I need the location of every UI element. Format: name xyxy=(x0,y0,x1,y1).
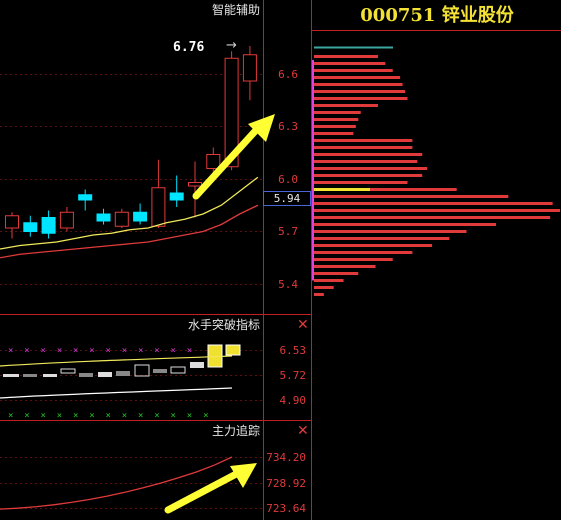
profile-bar xyxy=(314,69,393,72)
profile-bar xyxy=(314,160,418,163)
price-tick: 6.6 xyxy=(278,68,298,81)
profile-bar xyxy=(314,202,553,205)
indicator2-tick: 734.20 xyxy=(266,451,306,464)
profile-bar xyxy=(314,244,433,247)
profile-bar xyxy=(314,90,406,93)
indicator1-tick: 5.72 xyxy=(280,369,307,382)
svg-text:× × × × × × × × × ×: × × × × × × × × × × × × × xyxy=(8,411,208,421)
stock-title: 000751 锌业股份 xyxy=(360,5,514,26)
indicator2-tick: 728.92 xyxy=(266,477,306,490)
close-icon[interactable]: ✕ xyxy=(297,424,309,438)
profile-bar xyxy=(314,125,356,128)
profile-bar xyxy=(314,195,509,198)
candle-body xyxy=(188,182,202,187)
profile-bar xyxy=(314,139,413,142)
candle-body xyxy=(23,222,38,232)
left-panel-bg xyxy=(0,0,263,520)
profile-bar xyxy=(314,279,344,282)
profile-bar xyxy=(314,153,423,156)
profile-bar xyxy=(314,83,403,86)
arrow-right-icon: → xyxy=(226,38,237,53)
profile-bar xyxy=(314,258,393,261)
indicator1-title: 水手突破指标 xyxy=(188,317,260,332)
candle-body xyxy=(5,215,19,229)
profile-bar xyxy=(314,97,408,100)
current-price-tag: 5.94 xyxy=(263,191,311,206)
profile-current-bar xyxy=(314,188,370,191)
chart-area: 智能辅助 水手突破指标 主力追踪 6.6 6.3 6.0 5.7 5.4 6.5… xyxy=(0,0,561,520)
profile-bar xyxy=(314,111,361,114)
candle-body xyxy=(242,54,257,82)
profile-bar xyxy=(314,174,423,177)
close-icon[interactable]: ✕ xyxy=(297,318,309,332)
profile-bar xyxy=(314,55,378,58)
main-panel-title: 智能辅助 xyxy=(212,2,260,17)
indicator1-tick: 6.53 xyxy=(280,344,307,357)
indicator1-tick: 4.90 xyxy=(280,394,307,407)
profile-bar xyxy=(314,265,376,268)
price-tick: 6.0 xyxy=(278,173,298,186)
profile-bar xyxy=(314,209,560,212)
profile-bar xyxy=(314,146,413,149)
candle-body xyxy=(96,213,111,222)
volume-profile xyxy=(312,46,560,296)
profile-bar xyxy=(314,293,324,296)
candle-body xyxy=(169,192,184,201)
price-tick: 5.7 xyxy=(278,225,298,238)
candle-body xyxy=(78,194,93,201)
profile-bar xyxy=(314,230,467,233)
candle-body xyxy=(114,211,129,227)
candle-body xyxy=(206,154,221,169)
profile-bar xyxy=(314,223,497,226)
price-tick: 6.3 xyxy=(278,120,298,133)
profile-bar xyxy=(314,104,378,107)
profile-bar xyxy=(314,76,401,79)
candle-body xyxy=(41,217,56,234)
indicator2-tick: 723.64 xyxy=(266,502,306,515)
profile-bar xyxy=(314,237,450,240)
price-tick: 5.4 xyxy=(278,278,298,291)
profile-bar xyxy=(314,272,359,275)
profile-bar xyxy=(314,132,354,135)
candle-body xyxy=(59,211,74,229)
svg-text:× × × × × × × × × ×: × × × × × × × × × × × × xyxy=(8,346,192,356)
profile-bar xyxy=(314,251,413,254)
profile-bar xyxy=(314,118,359,121)
profile-bar xyxy=(314,216,551,219)
profile-bar xyxy=(314,62,386,65)
candle-body xyxy=(133,211,148,222)
profile-bar xyxy=(314,167,428,170)
profile-bar xyxy=(314,181,408,184)
indicator2-title: 主力追踪 xyxy=(212,423,260,438)
candle-body xyxy=(151,187,166,227)
high-price-label: 6.76 xyxy=(173,40,205,55)
profile-bar xyxy=(314,286,334,289)
